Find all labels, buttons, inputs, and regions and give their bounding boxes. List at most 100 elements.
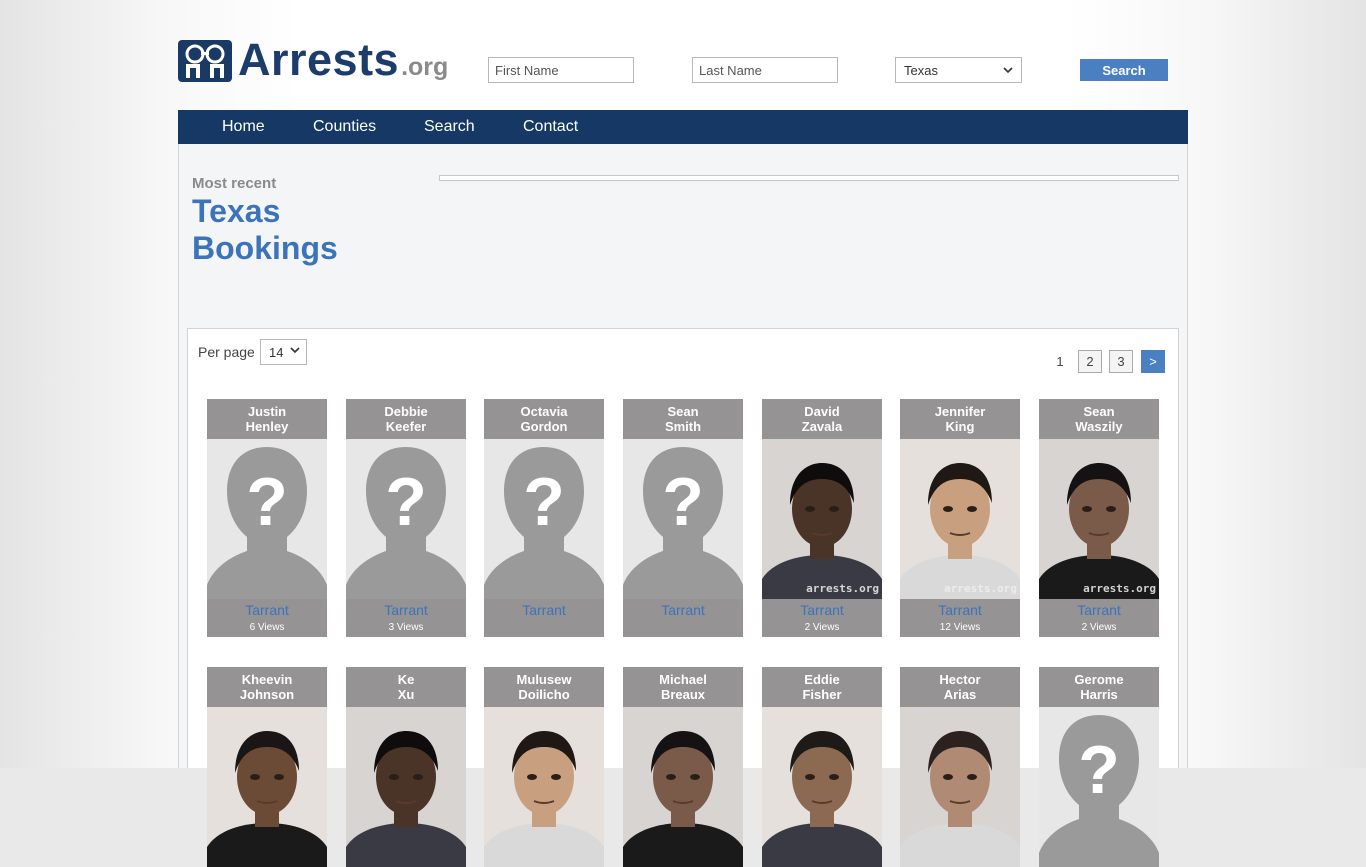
booking-name[interactable]: Justin Henley <box>207 399 327 439</box>
county-link[interactable]: Tarrant <box>1039 599 1159 621</box>
no-photo-silhouette[interactable]: ? <box>207 439 327 599</box>
mugshot-photo[interactable] <box>900 707 1020 867</box>
county-link[interactable]: Tarrant <box>900 599 1020 621</box>
no-photo-silhouette[interactable]: ? <box>623 439 743 599</box>
first-name: Sean <box>667 404 699 419</box>
booking-card[interactable]: Octavia Gordon? Tarrant <box>484 399 604 637</box>
nav-counties[interactable]: Counties <box>313 110 376 144</box>
booking-card[interactable]: Debbie Keefer? Tarrant 3 Views <box>346 399 466 637</box>
booking-name[interactable]: Mulusew Doilicho <box>484 667 604 707</box>
first-name: Octavia <box>520 404 568 419</box>
mugshot-photo[interactable]: arrests.org <box>762 439 882 599</box>
view-count: 6 Views <box>249 622 285 633</box>
mugshot-photo[interactable] <box>484 707 604 867</box>
last-name: King <box>945 419 975 434</box>
per-page-label: Per page <box>198 344 255 360</box>
booking-name[interactable]: Hector Arias <box>900 667 1020 707</box>
mugshot-photo[interactable]: arrests.org <box>1039 439 1159 599</box>
last-name: Harris <box>1080 687 1118 702</box>
next-page-button[interactable]: > <box>1141 350 1165 373</box>
svg-text:?: ? <box>385 464 427 540</box>
booking-card[interactable]: Eddie Fisher <box>762 667 882 867</box>
booking-card[interactable]: Hector Arias <box>900 667 1020 867</box>
booking-card[interactable]: Michael Breaux <box>623 667 743 867</box>
svg-text:?: ? <box>246 464 288 540</box>
booking-card[interactable]: Kheevin Johnson <box>207 667 327 867</box>
first-name-input[interactable] <box>488 57 634 83</box>
booking-card[interactable]: Justin Henley? Tarrant 6 Views <box>207 399 327 637</box>
first-name: Sean <box>1083 404 1115 419</box>
page-3-link[interactable]: 3 <box>1109 350 1133 373</box>
booking-name[interactable]: Michael Breaux <box>623 667 743 707</box>
most-recent-label: Most recent <box>192 175 277 192</box>
county-link[interactable]: Tarrant <box>762 599 882 621</box>
booking-name[interactable]: Sean Waszily <box>1039 399 1159 439</box>
logo-tld: .org <box>401 53 449 81</box>
nav-contact[interactable]: Contact <box>523 110 578 144</box>
nav-search[interactable]: Search <box>424 110 475 144</box>
last-name: Smith <box>664 419 702 434</box>
booking-name[interactable]: Gerome Harris <box>1039 667 1159 707</box>
county-link[interactable]: Tarrant <box>207 599 327 621</box>
page-2-link[interactable]: 2 <box>1078 350 1102 373</box>
last-name: Johnson <box>239 687 295 702</box>
booking-name[interactable]: Sean Smith <box>623 399 743 439</box>
per-page-select[interactable]: 14 <box>260 339 307 365</box>
county-link[interactable]: Tarrant <box>346 599 466 621</box>
last-name: Xu <box>397 687 415 702</box>
no-photo-silhouette[interactable]: ? <box>484 439 604 599</box>
county-link[interactable]: Tarrant <box>484 599 604 621</box>
last-name-input[interactable] <box>692 57 838 83</box>
booking-name[interactable]: Kheevin Johnson <box>207 667 327 707</box>
mugshot-photo[interactable] <box>346 707 466 867</box>
booking-name[interactable]: Ke Xu <box>346 667 466 707</box>
booking-name[interactable]: Eddie Fisher <box>762 667 882 707</box>
chevron-down-icon <box>290 347 300 354</box>
booking-card[interactable]: Sean Smith? Tarrant <box>623 399 743 637</box>
page-title: Texas Bookings <box>192 193 338 267</box>
per-page-value: 14 <box>269 344 284 360</box>
booking-card[interactable]: David Zavala arrests.org Tarrant 2 Views <box>762 399 882 637</box>
site-logo[interactable]: Arrests .org <box>178 36 448 82</box>
mugshot-photo[interactable]: arrests.org <box>900 439 1020 599</box>
state-select-value: Texas <box>904 62 938 78</box>
last-name: Keefer <box>385 419 427 434</box>
booking-card[interactable]: Sean Waszily arrests.org Tarrant 2 Views <box>1039 399 1159 637</box>
page-title-line1: Texas <box>192 193 281 229</box>
page-1-current: 1 <box>1056 354 1064 369</box>
booking-name[interactable]: Debbie Keefer <box>346 399 466 439</box>
no-photo-silhouette[interactable]: ? <box>1039 707 1159 867</box>
booking-card[interactable]: Jennifer King arrests.org Tarrant 12 Views <box>900 399 1020 637</box>
booking-name[interactable]: Octavia Gordon <box>484 399 604 439</box>
booking-card[interactable]: Gerome Harris? <box>1039 667 1159 867</box>
first-name: Justin <box>247 404 287 419</box>
last-name: Fisher <box>802 687 842 702</box>
county-link[interactable]: Tarrant <box>623 599 743 621</box>
state-select[interactable]: Texas <box>895 57 1022 83</box>
view-count: 3 Views <box>388 622 424 633</box>
view-count: 12 Views <box>939 622 981 633</box>
last-name: Gordon <box>520 419 568 434</box>
search-button[interactable]: Search <box>1080 59 1168 81</box>
first-name: Ke <box>397 672 415 687</box>
booking-card[interactable]: Ke Xu <box>346 667 466 867</box>
last-name: Breaux <box>660 687 706 702</box>
svg-text:?: ? <box>523 464 565 540</box>
last-name: Arias <box>943 687 977 702</box>
last-name: Zavala <box>801 419 843 434</box>
booking-card[interactable]: Mulusew Doilicho <box>484 667 604 867</box>
first-name: David <box>804 404 840 419</box>
view-count: 2 Views <box>1081 622 1117 633</box>
mugshot-photo[interactable] <box>762 707 882 867</box>
first-name: Hector <box>939 672 981 687</box>
mugshot-photo[interactable] <box>207 707 327 867</box>
nav-home[interactable]: Home <box>222 110 265 144</box>
ad-banner <box>439 175 1179 181</box>
mugshot-photo[interactable] <box>623 707 743 867</box>
last-name: Doilicho <box>518 687 570 702</box>
main-nav: Home Counties Search Contact <box>178 110 1188 144</box>
booking-name[interactable]: Jennifer King <box>900 399 1020 439</box>
no-photo-silhouette[interactable]: ? <box>346 439 466 599</box>
svg-text:?: ? <box>662 464 704 540</box>
booking-name[interactable]: David Zavala <box>762 399 882 439</box>
